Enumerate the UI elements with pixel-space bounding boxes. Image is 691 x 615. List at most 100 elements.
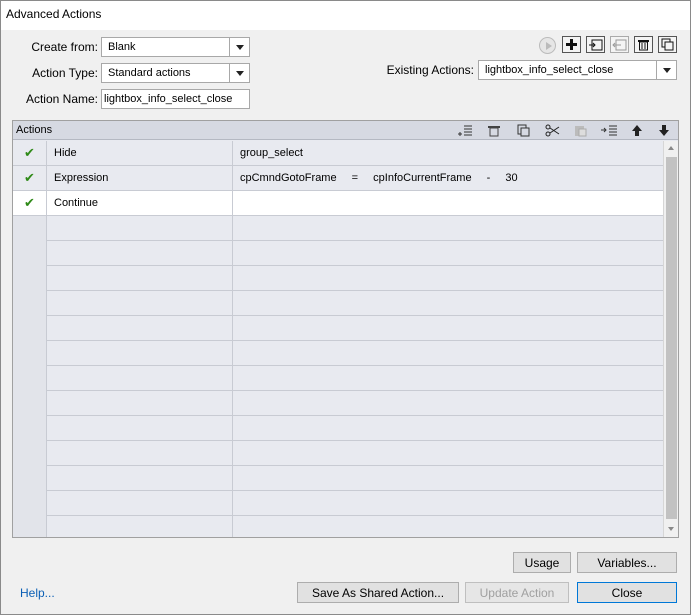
preview-play-icon xyxy=(539,37,556,54)
table-row[interactable]: ✔ Hide group_select xyxy=(13,141,663,166)
action-name-label: Action Name: xyxy=(25,92,98,106)
scrollbar-thumb[interactable] xyxy=(666,157,677,519)
table-row[interactable] xyxy=(13,266,663,291)
delete-row-icon[interactable] xyxy=(484,122,504,139)
title-bar: Advanced Actions xyxy=(1,1,690,30)
table-row[interactable] xyxy=(13,366,663,391)
action-cell[interactable] xyxy=(47,441,233,466)
expression-operator: = xyxy=(351,172,359,184)
table-row[interactable] xyxy=(13,341,663,366)
target-cell[interactable] xyxy=(233,316,663,341)
table-row[interactable]: ✔ Expression cpCmndGotoFrame = cpInfoCur… xyxy=(13,166,663,191)
table-row[interactable]: ✔ Continue xyxy=(13,191,663,216)
action-name-input[interactable]: lightbox_info_select_close xyxy=(101,89,250,109)
expression-operator: - xyxy=(486,172,491,184)
save-shared-action-button[interactable]: Save As Shared Action... xyxy=(297,582,459,603)
paste-icon[interactable] xyxy=(570,122,590,139)
table-row[interactable] xyxy=(13,416,663,441)
target-cell[interactable] xyxy=(233,341,663,366)
expression-operand: cpInfoCurrentFrame xyxy=(373,172,472,184)
export-icon[interactable] xyxy=(610,36,629,53)
action-cell[interactable] xyxy=(47,466,233,491)
import-icon[interactable] xyxy=(586,36,605,53)
update-action-button[interactable]: Update Action xyxy=(465,582,569,603)
action-cell[interactable] xyxy=(47,416,233,441)
help-link[interactable]: Help... xyxy=(20,586,55,600)
scroll-up-icon[interactable] xyxy=(664,141,679,156)
window-title: Advanced Actions xyxy=(6,7,102,21)
action-cell[interactable] xyxy=(47,291,233,316)
actions-grid-header: Actions xyxy=(13,121,678,140)
table-row[interactable] xyxy=(13,316,663,341)
add-icon[interactable] xyxy=(562,36,581,53)
table-row[interactable] xyxy=(13,216,663,241)
scroll-down-icon[interactable] xyxy=(664,522,679,537)
target-cell[interactable] xyxy=(233,441,663,466)
target-cell[interactable] xyxy=(233,366,663,391)
action-cell[interactable]: Continue xyxy=(47,191,233,216)
target-cell[interactable] xyxy=(233,216,663,241)
table-row[interactable] xyxy=(13,391,663,416)
target-cell[interactable] xyxy=(233,491,663,516)
target-cell[interactable] xyxy=(233,266,663,291)
create-from-value: Blank xyxy=(108,41,136,53)
chevron-down-icon[interactable] xyxy=(656,61,676,79)
copy-icon[interactable] xyxy=(513,122,533,139)
target-cell[interactable] xyxy=(233,466,663,491)
existing-actions-dropdown[interactable]: lightbox_info_select_close xyxy=(478,60,677,80)
action-cell[interactable] xyxy=(47,216,233,241)
target-cell[interactable]: group_select xyxy=(233,141,663,166)
row-status-cell xyxy=(13,291,47,316)
target-cell[interactable] xyxy=(233,416,663,441)
target-cell[interactable] xyxy=(233,241,663,266)
move-down-icon[interactable] xyxy=(654,122,674,139)
row-status-cell xyxy=(13,416,47,441)
existing-actions-label: Existing Actions: xyxy=(386,63,474,77)
table-row[interactable] xyxy=(13,516,663,537)
action-cell[interactable] xyxy=(47,366,233,391)
create-from-dropdown[interactable]: Blank xyxy=(101,37,250,57)
close-button[interactable]: Close xyxy=(577,582,677,603)
action-cell[interactable] xyxy=(47,516,233,537)
action-cell[interactable] xyxy=(47,266,233,291)
table-row[interactable] xyxy=(13,291,663,316)
usage-button[interactable]: Usage xyxy=(513,552,571,573)
action-type-dropdown[interactable]: Standard actions xyxy=(101,63,250,83)
cut-icon[interactable] xyxy=(542,122,562,139)
table-row[interactable] xyxy=(13,241,663,266)
variables-button[interactable]: Variables... xyxy=(577,552,677,573)
create-from-label: Create from: xyxy=(31,40,98,54)
move-up-icon[interactable] xyxy=(627,122,647,139)
action-cell[interactable] xyxy=(47,491,233,516)
row-status-cell: ✔ xyxy=(13,166,47,191)
indent-icon[interactable] xyxy=(599,122,619,139)
action-type-value: Standard actions xyxy=(108,67,191,79)
check-icon: ✔ xyxy=(24,145,35,160)
row-status-cell xyxy=(13,266,47,291)
target-cell[interactable] xyxy=(233,191,663,216)
action-cell[interactable] xyxy=(47,391,233,416)
action-cell[interactable] xyxy=(47,241,233,266)
row-status-cell xyxy=(13,241,47,266)
action-cell[interactable] xyxy=(47,341,233,366)
duplicate-icon[interactable] xyxy=(658,36,677,53)
chevron-down-icon[interactable] xyxy=(229,64,249,82)
expression-cell[interactable]: cpCmndGotoFrame = cpInfoCurrentFrame - 3… xyxy=(233,166,663,191)
row-status-cell xyxy=(13,366,47,391)
insert-row-icon[interactable] xyxy=(455,122,475,139)
target-cell[interactable] xyxy=(233,391,663,416)
table-row[interactable] xyxy=(13,466,663,491)
vertical-scrollbar[interactable] xyxy=(663,141,678,537)
action-cell[interactable]: Expression xyxy=(47,166,233,191)
table-row[interactable] xyxy=(13,491,663,516)
action-cell[interactable] xyxy=(47,316,233,341)
dialog-body: Create from: Blank Action Type: Standard… xyxy=(1,30,690,614)
action-cell[interactable]: Hide xyxy=(47,141,233,166)
chevron-down-icon[interactable] xyxy=(229,38,249,56)
row-status-cell xyxy=(13,216,47,241)
table-row[interactable] xyxy=(13,441,663,466)
check-icon: ✔ xyxy=(24,195,35,210)
delete-icon[interactable] xyxy=(634,36,653,53)
target-cell[interactable] xyxy=(233,291,663,316)
target-cell[interactable] xyxy=(233,516,663,537)
